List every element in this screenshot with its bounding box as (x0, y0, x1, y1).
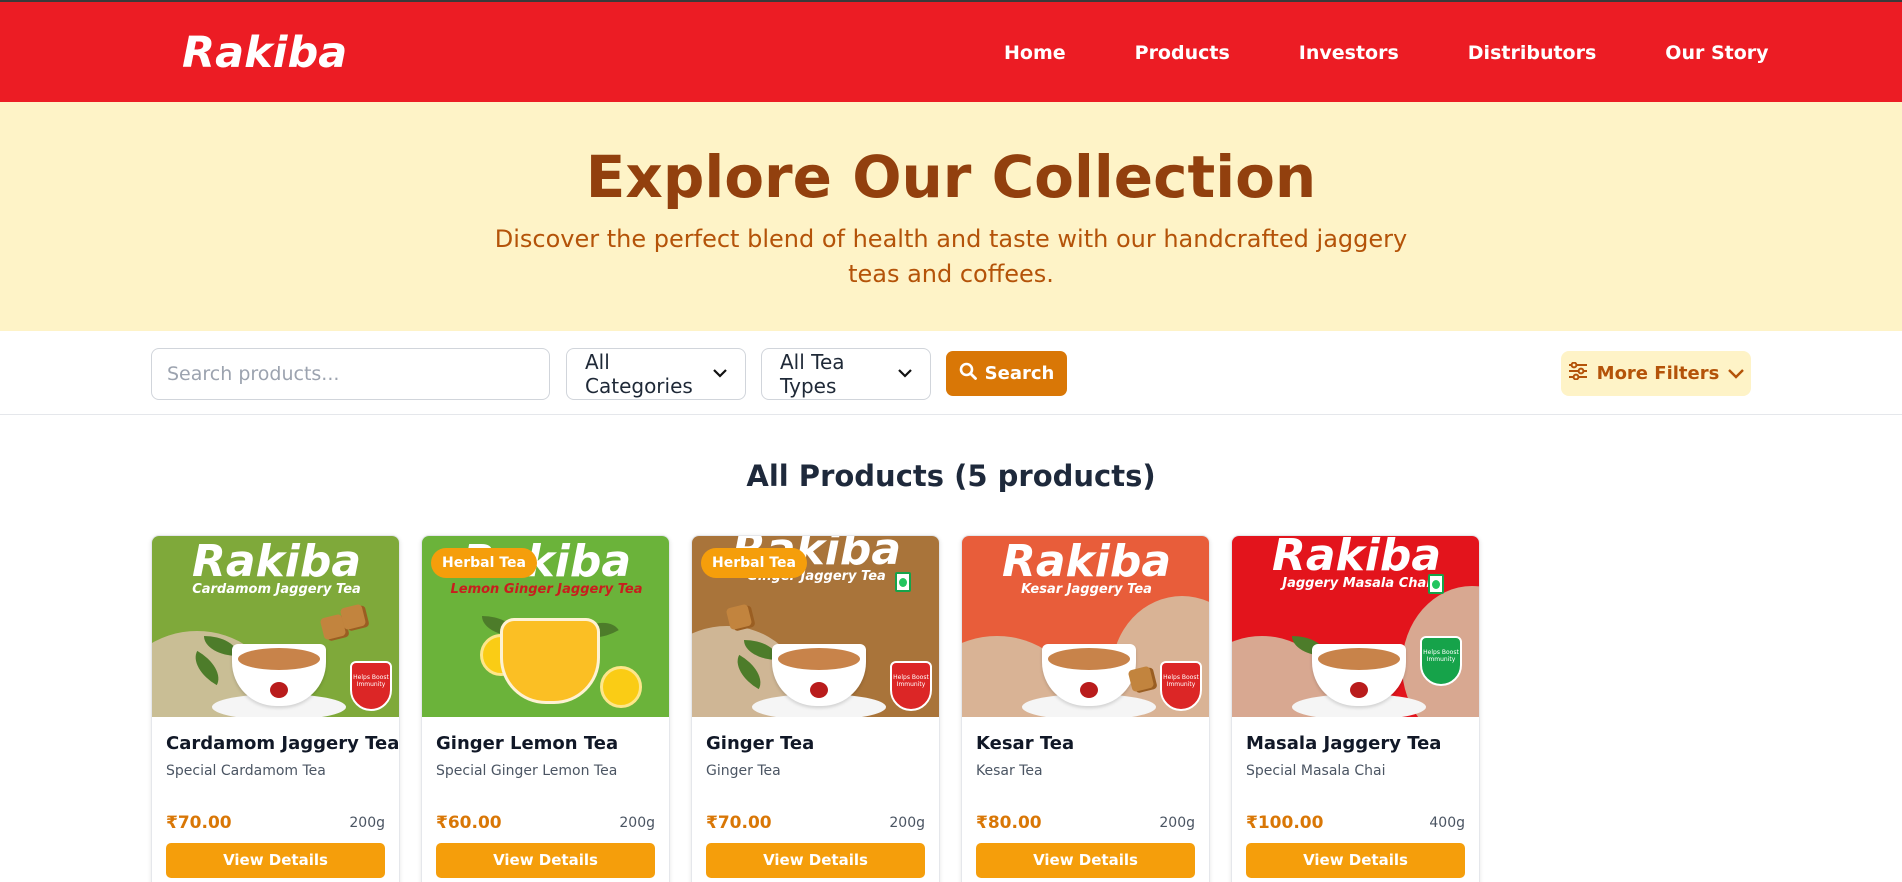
product-price: ₹80.00 (976, 813, 1042, 833)
immunity-shield-icon: Helps Boost Immunity (350, 661, 392, 711)
sliders-icon (1568, 361, 1588, 385)
product-subtitle: Special Ginger Lemon Tea (436, 763, 618, 779)
product-image-brand: Rakiba (191, 536, 362, 587)
product-image-label: Cardamom Jaggery Tea (192, 582, 361, 597)
product-image[interactable]: Rakiba Ginger Jaggery Tea Helps Boost Im… (692, 536, 939, 717)
product-price: ₹70.00 (706, 813, 772, 833)
chevron-down-icon (898, 366, 912, 382)
immunity-shield-icon: Helps Boost Immunity (1160, 661, 1202, 711)
nav-link-home[interactable]: Home (1004, 40, 1066, 66)
category-select[interactable]: All Categories (566, 348, 746, 400)
lemon-icon (600, 666, 642, 708)
herbal-tea-badge: Herbal Tea (431, 548, 537, 578)
view-details-button[interactable]: View Details (706, 843, 925, 878)
herbal-tea-badge: Herbal Tea (701, 548, 807, 578)
hero-title: Explore Our Collection (585, 143, 1317, 211)
view-details-button[interactable]: View Details (436, 843, 655, 878)
view-details-button[interactable]: View Details (1246, 843, 1465, 878)
nav-link-distributors[interactable]: Distributors (1468, 40, 1597, 66)
veg-mark-icon (1428, 574, 1444, 594)
nav-link-our-story[interactable]: Our Story (1665, 40, 1768, 66)
tea-type-select[interactable]: All Tea Types (761, 348, 931, 400)
page: Rakiba Home Products Investors Distribut… (0, 0, 1902, 882)
product-name[interactable]: Ginger Lemon Tea (436, 732, 618, 756)
product-weight: 200g (889, 815, 925, 831)
product-image[interactable]: Rakiba Lemon Ginger Jaggery Tea Herbal T… (422, 536, 669, 717)
tea-type-select-value: All Tea Types (780, 350, 845, 398)
product-weight: 200g (349, 815, 385, 831)
more-filters-label: More Filters (1596, 363, 1720, 384)
top-navbar: Rakiba Home Products Investors Distribut… (0, 0, 1902, 102)
search-button[interactable]: Search (946, 351, 1067, 396)
product-card[interactable]: Rakiba Kesar Jaggery Tea Helps Boost Imm… (961, 535, 1210, 882)
product-subtitle: Special Masala Chai (1246, 763, 1386, 779)
hero-banner: Explore Our Collection Discover the perf… (0, 102, 1902, 331)
product-image[interactable]: Rakiba Cardamom Jaggery Tea Helps Boost … (152, 536, 399, 717)
product-name[interactable]: Ginger Tea (706, 732, 814, 756)
chevron-down-icon (713, 366, 727, 382)
hero-subtitle: Discover the perfect blend of health and… (494, 225, 1408, 288)
product-name[interactable]: Kesar Tea (976, 732, 1074, 756)
product-subtitle: Ginger Tea (706, 763, 781, 779)
product-card[interactable]: Rakiba Jaggery Masala Chai Helps Boost I… (1231, 535, 1480, 882)
tea-liquid-icon (1048, 648, 1130, 670)
cup-emblem-icon (270, 682, 288, 698)
view-details-button[interactable]: View Details (166, 843, 385, 878)
main-nav: Home Products Investors Distributors Our… (1004, 40, 1769, 66)
product-image-label: Kesar Jaggery Tea (1021, 582, 1152, 597)
product-card[interactable]: Rakiba Lemon Ginger Jaggery Tea Herbal T… (421, 535, 670, 882)
nav-link-products[interactable]: Products (1135, 40, 1230, 66)
search-button-label: Search (984, 363, 1055, 384)
immunity-shield-icon: Helps Boost Immunity (1420, 636, 1462, 686)
product-price: ₹60.00 (436, 813, 502, 833)
product-subtitle: Kesar Tea (976, 763, 1043, 779)
tea-liquid-icon (778, 648, 860, 670)
immunity-shield-icon: Helps Boost Immunity (890, 661, 932, 711)
product-weight: 200g (1159, 815, 1195, 831)
veg-mark-icon (895, 572, 911, 592)
cup-emblem-icon (1350, 682, 1368, 698)
tea-liquid-icon (1318, 648, 1400, 670)
search-input[interactable] (151, 348, 550, 400)
view-details-button[interactable]: View Details (976, 843, 1195, 878)
tea-liquid-icon (238, 648, 320, 670)
filter-bar: All Categories All Tea Types Search (0, 331, 1902, 415)
product-card[interactable]: Rakiba Cardamom Jaggery Tea Helps Boost … (151, 535, 400, 882)
product-price: ₹70.00 (166, 813, 232, 833)
products-section-title: All Products (5 products) (746, 459, 1156, 493)
cup-emblem-icon (810, 682, 828, 698)
jaggery-cube-icon (339, 603, 367, 631)
category-select-value: All Categories (585, 350, 693, 398)
jaggery-cube-icon (725, 603, 753, 631)
product-weight: 200g (619, 815, 655, 831)
cup-emblem-icon (1080, 682, 1098, 698)
product-image[interactable]: Rakiba Kesar Jaggery Tea Helps Boost Imm… (962, 536, 1209, 717)
product-image[interactable]: Rakiba Jaggery Masala Chai Helps Boost I… (1232, 536, 1479, 717)
tea-glass-icon (500, 618, 600, 704)
product-image-label: Lemon Ginger Jaggery Tea (450, 582, 643, 597)
product-weight: 400g (1429, 815, 1465, 831)
product-card[interactable]: Rakiba Ginger Jaggery Tea Helps Boost Im… (691, 535, 940, 882)
nav-link-investors[interactable]: Investors (1299, 40, 1399, 66)
chevron-down-icon (1728, 363, 1745, 384)
more-filters-button[interactable]: More Filters (1561, 351, 1751, 396)
product-name[interactable]: Masala Jaggery Tea (1246, 732, 1441, 756)
brand-logo[interactable]: Rakiba (182, 30, 347, 76)
search-icon (959, 362, 977, 385)
product-price: ₹100.00 (1246, 813, 1324, 833)
product-name[interactable]: Cardamom Jaggery Tea (166, 732, 399, 756)
product-image-brand: Rakiba (1001, 536, 1172, 587)
product-subtitle: Special Cardamom Tea (166, 763, 326, 779)
